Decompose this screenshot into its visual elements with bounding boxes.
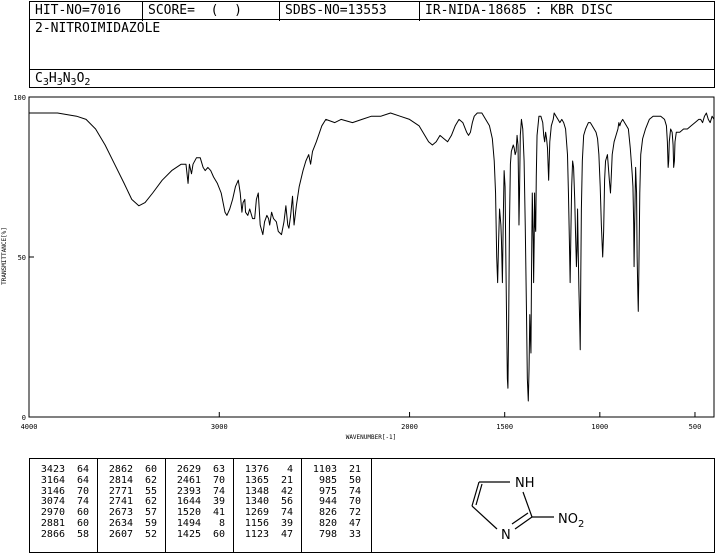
y-tick-label: 0 (22, 414, 26, 422)
peak-table-divider (301, 459, 302, 552)
peak-row: 2607 52 (105, 528, 157, 541)
molecular-formula: C3H3N3O2 (35, 71, 90, 91)
peak-table: 3423 64 3164 64 3146 70 3074 74 2970 60 2881 60 2866… (29, 458, 372, 553)
peak-table-column: 1103 21 985 50 975 74 944 70 826 72 820 47 798 33 (309, 464, 361, 541)
peak-transmittance: 62 (144, 474, 157, 486)
peak-wavenumber: 1425 (176, 528, 201, 540)
formula-element: H (48, 71, 57, 86)
peak-table-divider (97, 459, 98, 552)
x-tick-label: 1000 (591, 423, 608, 431)
peak-row: 3164 64 (37, 474, 89, 487)
no2-label: NO2 (558, 512, 584, 530)
ring-bond-c4-c5 (471, 481, 480, 507)
peak-table-divider (165, 459, 166, 552)
x-tick-label: 4000 (21, 423, 38, 431)
ring-double-bond-n3-c2 (511, 512, 529, 525)
peak-transmittance: 50 (348, 474, 361, 486)
peak-wavenumber: 2607 (108, 528, 133, 540)
peak-row: 2866 58 (37, 528, 89, 541)
compound-name: 2-NITROIMIDAZOLE (35, 21, 161, 36)
peak-row: 2814 62 (105, 474, 157, 487)
peak-table-column: 1376 4 1365 21 1348 42 1340 56 1269 74 1156 39 1123 4… (241, 464, 293, 541)
peak-table-column: 2629 63 2461 70 2393 74 1644 39 1520 41 1494 8 1425 6… (173, 464, 225, 541)
header-bar: HIT-NO=7016 SCORE= ( ) SDBS-NO=13553 IR-… (29, 1, 715, 21)
transmittance-line (29, 112, 715, 402)
peak-table-column: 2862 60 2814 62 2771 55 2741 62 2673 57 2634 59 2607… (105, 464, 157, 541)
formula-element: N (62, 71, 71, 86)
molecule-structure: NH N NO2 (471, 476, 584, 543)
peak-wavenumber: 3164 (40, 474, 65, 486)
x-axis-title: WAVENUMBER[-1] (346, 434, 397, 441)
formula-element: C (35, 71, 43, 86)
peak-row: 985 50 (309, 474, 361, 487)
peak-table-column: 3423 64 3164 64 3146 70 3074 74 2970 60 2881 60 2866… (37, 464, 89, 541)
peak-wavenumber: 2461 (176, 474, 201, 486)
peak-wavenumber: 798 (318, 528, 337, 540)
peak-transmittance: 58 (76, 528, 89, 540)
y-axis-title: TRANSMITTANCE[%] (1, 227, 8, 285)
peak-transmittance: 64 (76, 474, 89, 486)
ring-bond-n3-c2 (514, 516, 533, 530)
peak-table-divider (233, 459, 234, 552)
peak-wavenumber: 1123 (244, 528, 269, 540)
compound-name-box: 2-NITROIMIDAZOLE (29, 19, 715, 70)
peak-row: 798 33 (309, 528, 361, 541)
n-label: N (501, 528, 511, 543)
peak-wavenumber: 1365 (244, 474, 269, 486)
plot-frame (28, 96, 715, 418)
chart-series (29, 112, 715, 402)
imidazole-ring (471, 481, 554, 530)
peak-row: 1123 47 (241, 528, 293, 541)
peak-transmittance: 47 (280, 528, 293, 540)
x-tick-label: 3000 (211, 423, 228, 431)
peak-row: 2461 70 (173, 474, 225, 487)
peak-transmittance: 60 (212, 528, 225, 540)
y-tick-label: 50 (18, 254, 26, 262)
structure-box: NH N NO2 (371, 458, 715, 553)
ring-bond-c4-n3 (471, 505, 498, 530)
no2-subscript: 2 (578, 519, 584, 530)
chart-axes (28, 96, 715, 418)
nh-label: NH (515, 476, 535, 491)
x-tick-label: 1500 (496, 423, 513, 431)
peak-transmittance: 52 (144, 528, 157, 540)
y-tick-label: 100 (13, 94, 26, 102)
peak-transmittance: 33 (348, 528, 361, 540)
peak-row: 1425 60 (173, 528, 225, 541)
peak-transmittance: 21 (280, 474, 293, 486)
formula-subscript: 2 (84, 77, 91, 88)
peak-row: 1365 21 (241, 474, 293, 487)
peak-transmittance: 70 (212, 474, 225, 486)
peak-wavenumber: 2814 (108, 474, 133, 486)
x-tick-label: 2000 (401, 423, 418, 431)
peak-wavenumber: 985 (318, 474, 337, 486)
peak-wavenumber: 2866 (40, 528, 65, 540)
formula-box: C3H3N3O2 (29, 69, 715, 88)
x-tick-label: 500 (689, 423, 702, 431)
no2-main: NO (558, 512, 578, 527)
